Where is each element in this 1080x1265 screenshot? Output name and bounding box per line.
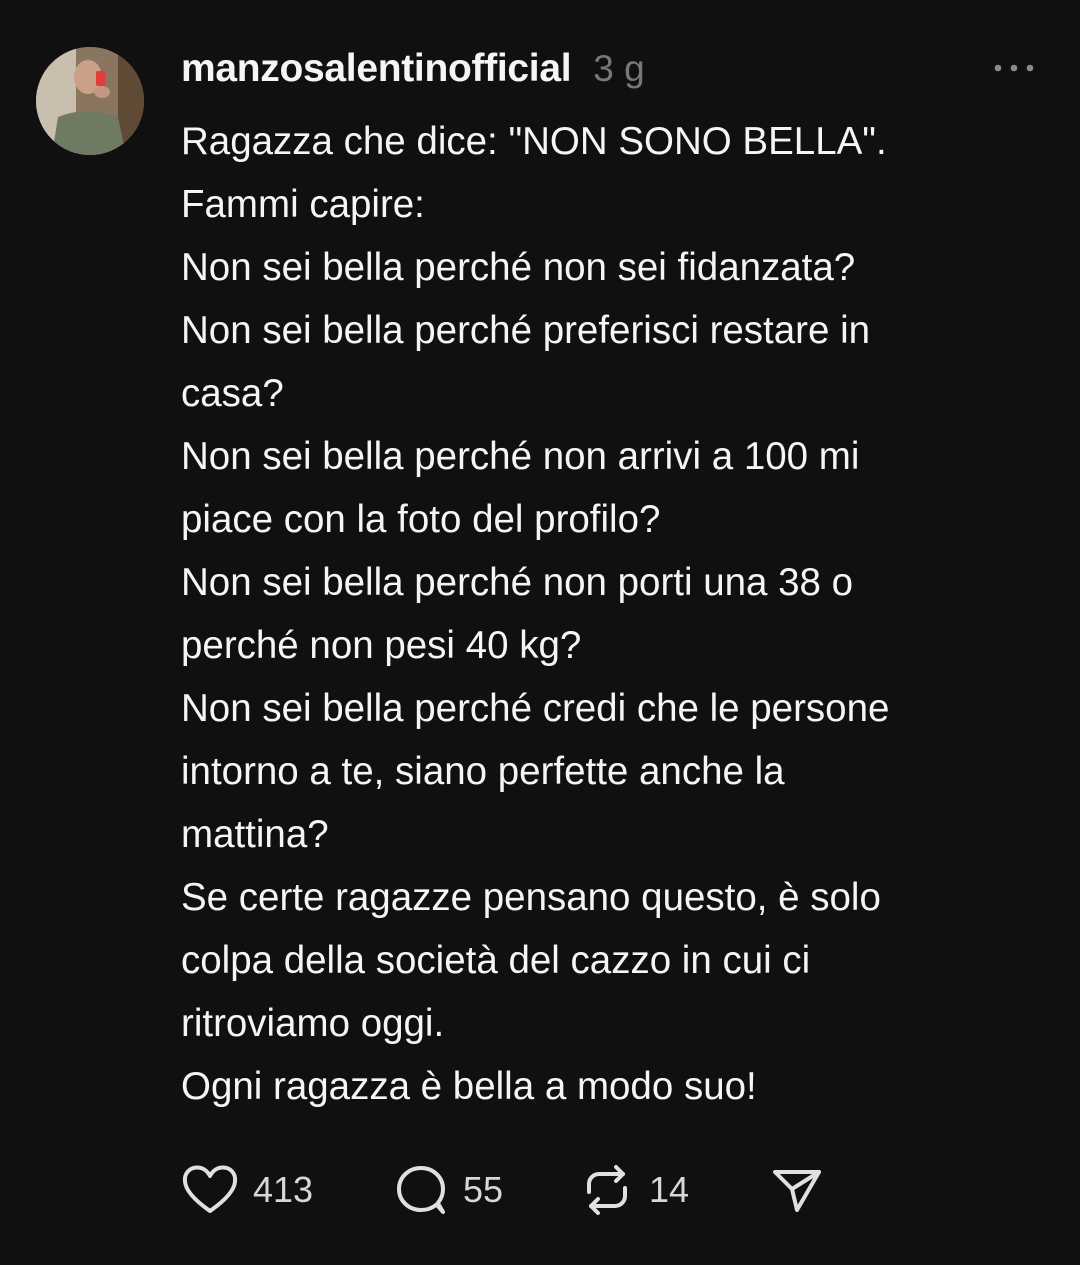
reply-count: 55 xyxy=(463,1169,504,1210)
post-text-line: intorno a te, siano perfette anche la xyxy=(181,750,785,793)
reply-button[interactable]: 55 xyxy=(393,1160,503,1220)
post-text: Ragazza che dice: "NON SONO BELLA". Famm… xyxy=(181,110,1031,1118)
post-text-line: ritroviamo oggi. xyxy=(181,1002,445,1045)
post-text-line: casa? xyxy=(181,372,284,415)
more-horizontal-icon xyxy=(994,64,1034,72)
more-options-button[interactable] xyxy=(990,58,1038,78)
post-text-line: Ragazza che dice: "NON SONO BELLA". xyxy=(181,120,887,163)
post-text-line: Non sei bella perché preferisci restare … xyxy=(181,309,871,352)
post-text-line: mattina? xyxy=(181,813,329,856)
post-text-line: Fammi capire: xyxy=(181,183,425,226)
like-button[interactable]: 413 xyxy=(181,1160,313,1220)
post-text-line: colpa della società del cazzo in cui ci xyxy=(181,939,811,982)
share-button[interactable] xyxy=(769,1160,825,1220)
repost-button[interactable]: 14 xyxy=(579,1160,689,1220)
post-text-line: Non sei bella perché non porti una 38 o xyxy=(181,561,854,604)
heart-icon xyxy=(182,1165,238,1213)
username-link[interactable]: manzosalentinofficial xyxy=(181,47,572,91)
send-icon xyxy=(773,1170,821,1212)
comment-bubble-icon xyxy=(397,1166,445,1214)
post-text-line: Se certe ragazze pensano questo, è solo xyxy=(181,876,881,919)
repost-icon xyxy=(587,1165,627,1215)
post-text-line: Non sei bella perché non arrivi a 100 mi xyxy=(181,435,860,478)
avatar[interactable] xyxy=(36,47,144,155)
post-action-bar: 413 55 14 xyxy=(181,1160,1041,1220)
post-text-line: Non sei bella perché non sei fidanzata? xyxy=(181,246,856,289)
post-timestamp: 3 g xyxy=(593,48,645,89)
like-count: 413 xyxy=(253,1169,314,1210)
post-text-line: piace con la foto del profilo? xyxy=(181,498,661,541)
post-text-line: perché non pesi 40 kg? xyxy=(181,624,582,667)
post-header: manzosalentinofficial 3 g xyxy=(181,44,645,94)
profile-photo-avatar xyxy=(36,47,144,155)
post-text-line: Non sei bella perché credi che le person… xyxy=(181,687,890,730)
repost-count: 14 xyxy=(649,1169,690,1210)
post-text-line: Ogni ragazza è bella a modo suo! xyxy=(181,1065,757,1108)
